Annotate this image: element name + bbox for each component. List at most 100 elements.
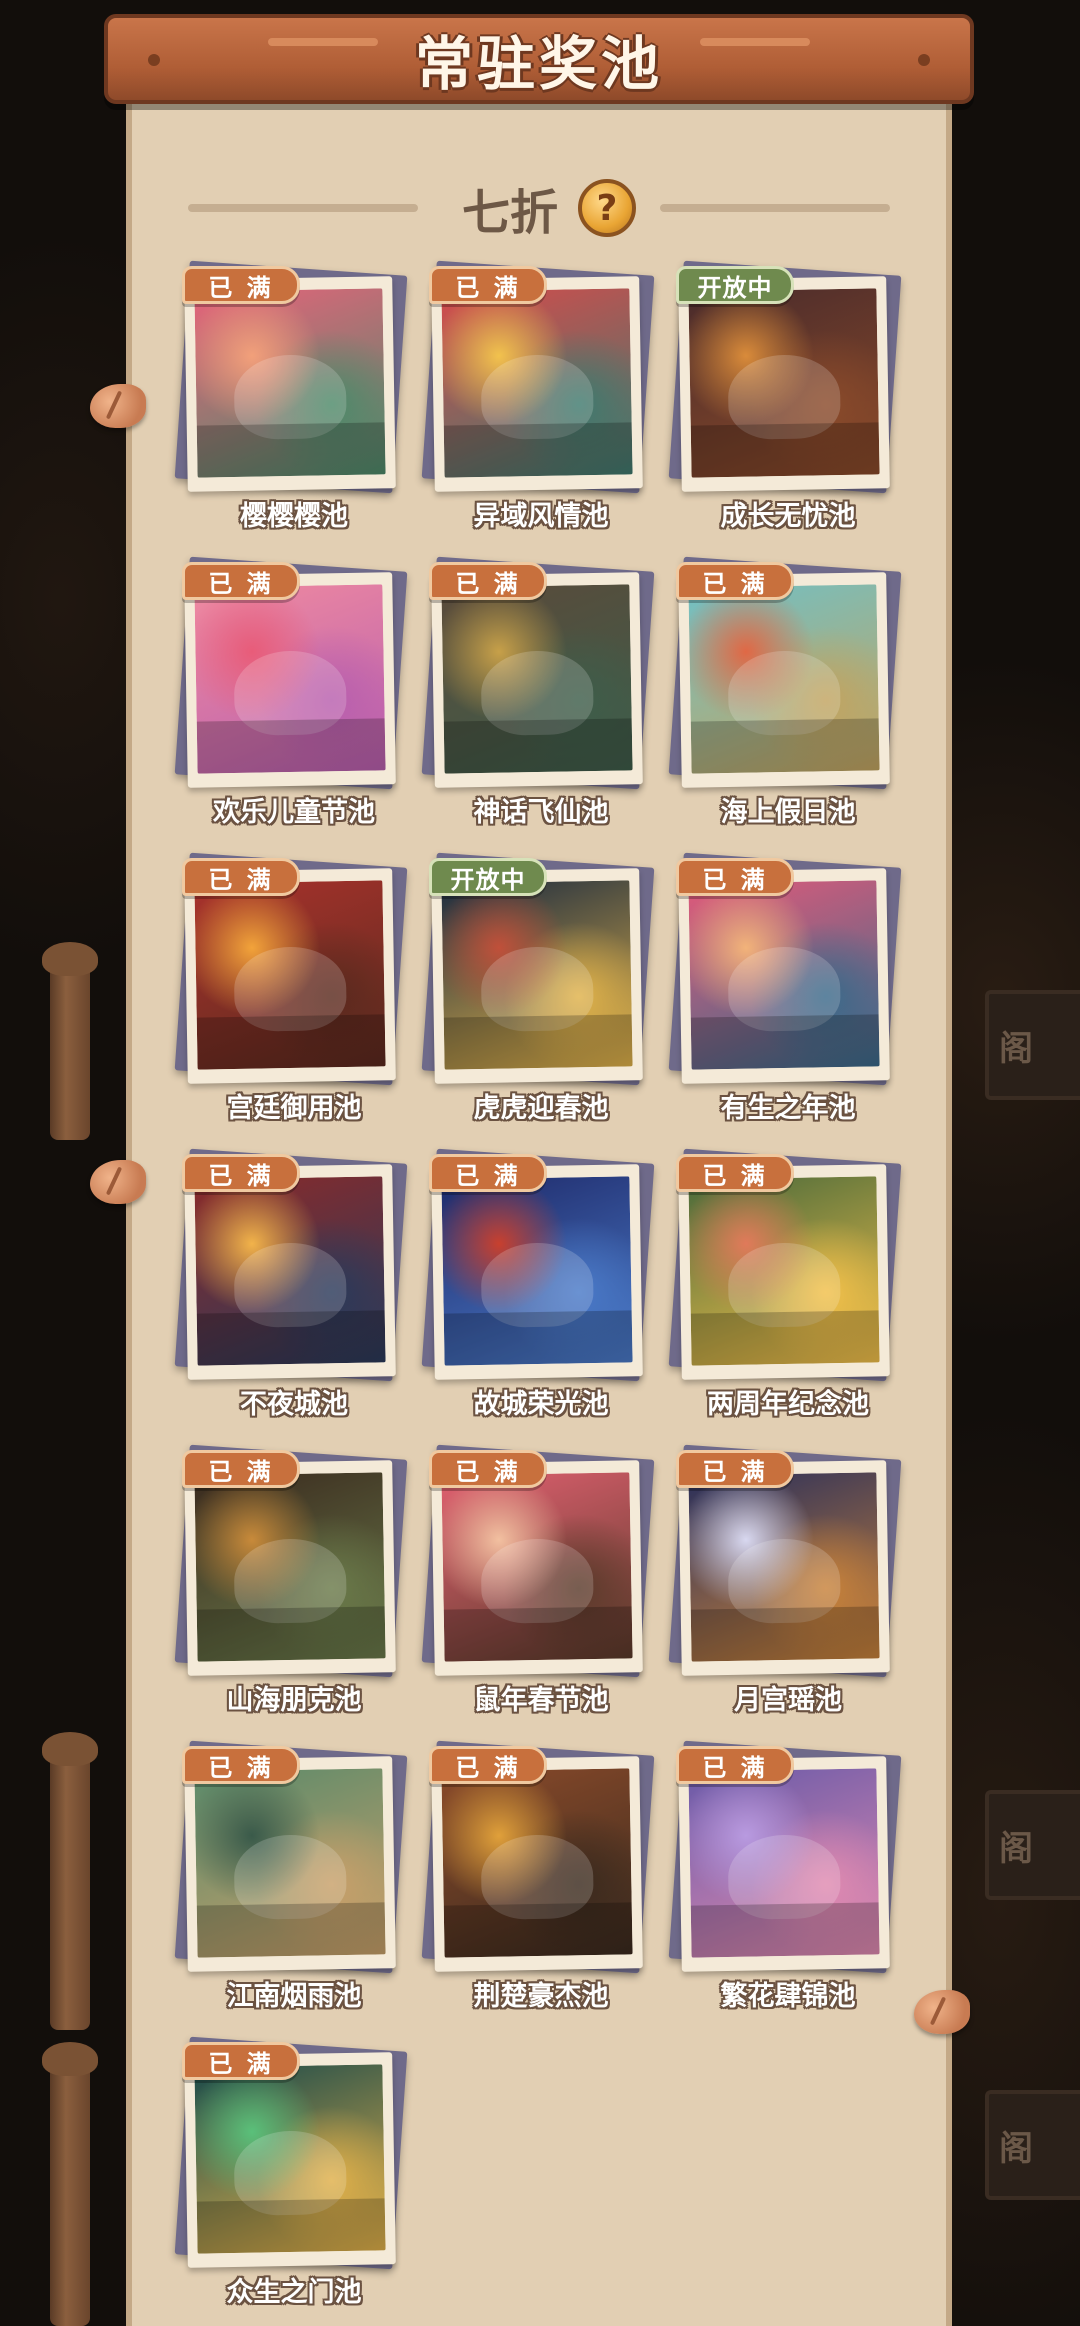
pool-art-frame <box>431 1756 643 1972</box>
pool-card[interactable]: 已 满故城荣光池 <box>421 1148 655 1422</box>
pool-art-image <box>441 1176 633 1366</box>
discount-label: 七折 <box>461 185 558 241</box>
pool-name: 众生之门池 <box>226 2277 362 2308</box>
wooden-post-decoration <box>42 942 98 1140</box>
pool-art-image <box>194 2064 386 2254</box>
pool-status-badge: 已 满 <box>676 562 794 600</box>
pool-status-badge: 已 满 <box>429 1746 547 1784</box>
pool-status-badge: 已 满 <box>182 266 300 304</box>
pool-name: 欢乐儿童节池 <box>213 797 375 828</box>
pool-status-badge: 已 满 <box>676 858 794 896</box>
pool-status-badge: 已 满 <box>182 1450 300 1488</box>
pool-card[interactable]: 已 满月宫瑶池 <box>668 1444 902 1718</box>
pool-name: 神话飞仙池 <box>473 797 609 828</box>
background-sign: 阁 <box>985 2090 1080 2200</box>
pool-art-image <box>688 1176 880 1366</box>
pool-art-frame <box>678 572 890 788</box>
pool-name: 月宫瑶池 <box>734 1685 842 1716</box>
title-banner: 常驻奖池 <box>104 14 974 104</box>
clip-decoration <box>90 1160 146 1204</box>
pool-art-frame <box>431 572 643 788</box>
rivet-decoration <box>918 54 930 66</box>
pool-art-frame <box>184 868 396 1084</box>
pool-art-image <box>441 288 633 478</box>
pool-name: 山海朋克池 <box>226 1685 362 1716</box>
pool-art-image <box>194 1768 386 1958</box>
pool-status-badge: 已 满 <box>676 1450 794 1488</box>
pool-card[interactable]: 已 满有生之年池 <box>668 852 902 1126</box>
pool-card[interactable]: 已 满海上假日池 <box>668 556 902 830</box>
pool-card[interactable]: 已 满山海朋克池 <box>174 1444 408 1718</box>
pool-art-frame <box>431 1164 643 1380</box>
pool-art-image <box>441 1472 633 1662</box>
pool-status-badge: 已 满 <box>182 1746 300 1784</box>
background-sign: 阁 <box>985 990 1080 1100</box>
pool-status-badge: 已 满 <box>182 562 300 600</box>
pool-card[interactable]: 开放中成长无忧池 <box>668 260 902 534</box>
pool-status-badge: 已 满 <box>429 1450 547 1488</box>
pool-name: 荆楚豪杰池 <box>473 1981 609 2012</box>
pool-art-frame <box>184 1164 396 1380</box>
pool-name: 异域风情池 <box>473 501 609 532</box>
pool-art-frame <box>184 1460 396 1676</box>
pool-art-image <box>194 288 386 478</box>
pool-art-image <box>688 1472 880 1662</box>
pool-art-image <box>441 880 633 1070</box>
pool-card[interactable]: 已 满宫廷御用池 <box>174 852 408 1126</box>
pool-status-badge: 已 满 <box>429 266 547 304</box>
pool-art-frame <box>184 276 396 492</box>
pool-art-image <box>194 584 386 774</box>
pool-card[interactable]: 已 满荆楚豪杰池 <box>421 1740 655 2014</box>
pool-status-badge: 已 满 <box>182 858 300 896</box>
pool-card[interactable]: 已 满众生之门池 <box>174 2036 408 2310</box>
pool-status-badge: 已 满 <box>429 562 547 600</box>
pool-art-image <box>688 880 880 1070</box>
pool-status-badge: 开放中 <box>676 266 794 304</box>
pool-art-frame <box>678 868 890 1084</box>
help-icon[interactable]: ? <box>578 179 636 237</box>
pool-name: 有生之年池 <box>720 1093 856 1124</box>
pool-art-frame <box>184 572 396 788</box>
help-icon-glyph: ? <box>596 187 618 229</box>
page-title: 常驻奖池 <box>414 30 663 98</box>
pool-card[interactable]: 已 满欢乐儿童节池 <box>174 556 408 830</box>
pool-name: 成长无忧池 <box>720 501 856 532</box>
pool-name: 繁花肆锦池 <box>720 1981 856 2012</box>
pool-name: 宫廷御用池 <box>226 1093 362 1124</box>
pool-art-image <box>194 1472 386 1662</box>
pool-card[interactable]: 已 满异域风情池 <box>421 260 655 534</box>
divider-line <box>187 204 418 212</box>
pool-art-frame <box>678 1460 890 1676</box>
pool-art-frame <box>184 1756 396 1972</box>
pool-card[interactable]: 已 满樱樱樱池 <box>174 260 408 534</box>
pool-art-frame <box>678 1164 890 1380</box>
pool-card[interactable]: 已 满江南烟雨池 <box>174 1740 408 2014</box>
pool-status-badge: 已 满 <box>182 1154 300 1192</box>
pool-name: 故城荣光池 <box>473 1389 609 1420</box>
pool-name: 不夜城池 <box>240 1389 348 1420</box>
pool-card[interactable]: 已 满鼠年春节池 <box>421 1444 655 1718</box>
pool-art-frame <box>431 276 643 492</box>
screen: 阁 阁 阁 常驻奖池 七折 ? 已 满樱樱樱池已 满异域风情池 开放中 成长无忧池已… <box>0 0 1080 2326</box>
pool-art-frame <box>431 1460 643 1676</box>
wooden-post-decoration <box>42 2042 98 2326</box>
rivet-decoration <box>148 54 160 66</box>
stripe-decoration <box>268 38 378 46</box>
pool-card[interactable]: 已 满繁花肆锦池 <box>668 1740 902 2014</box>
pool-art-image <box>441 584 633 774</box>
pool-art-image <box>688 288 880 478</box>
pool-art-frame <box>184 2052 396 2268</box>
pool-card[interactable]: 已 满两周年纪念池 <box>668 1148 902 1422</box>
pool-card[interactable]: 开放中 虎虎迎春池 <box>421 852 655 1126</box>
wooden-post-decoration <box>42 1732 98 2030</box>
pool-card[interactable]: 已 满不夜城池 <box>174 1148 408 1422</box>
discount-header: 七折 ? <box>126 170 952 246</box>
pool-art-image <box>194 1176 386 1366</box>
pool-name: 江南烟雨池 <box>226 1981 362 2012</box>
pool-art-frame <box>431 868 643 1084</box>
pool-card[interactable]: 已 满神话飞仙池 <box>421 556 655 830</box>
pool-status-badge: 已 满 <box>182 2042 300 2080</box>
pool-art-frame <box>678 1756 890 1972</box>
pool-art-image <box>688 1768 880 1958</box>
pool-art-image <box>194 880 386 1070</box>
